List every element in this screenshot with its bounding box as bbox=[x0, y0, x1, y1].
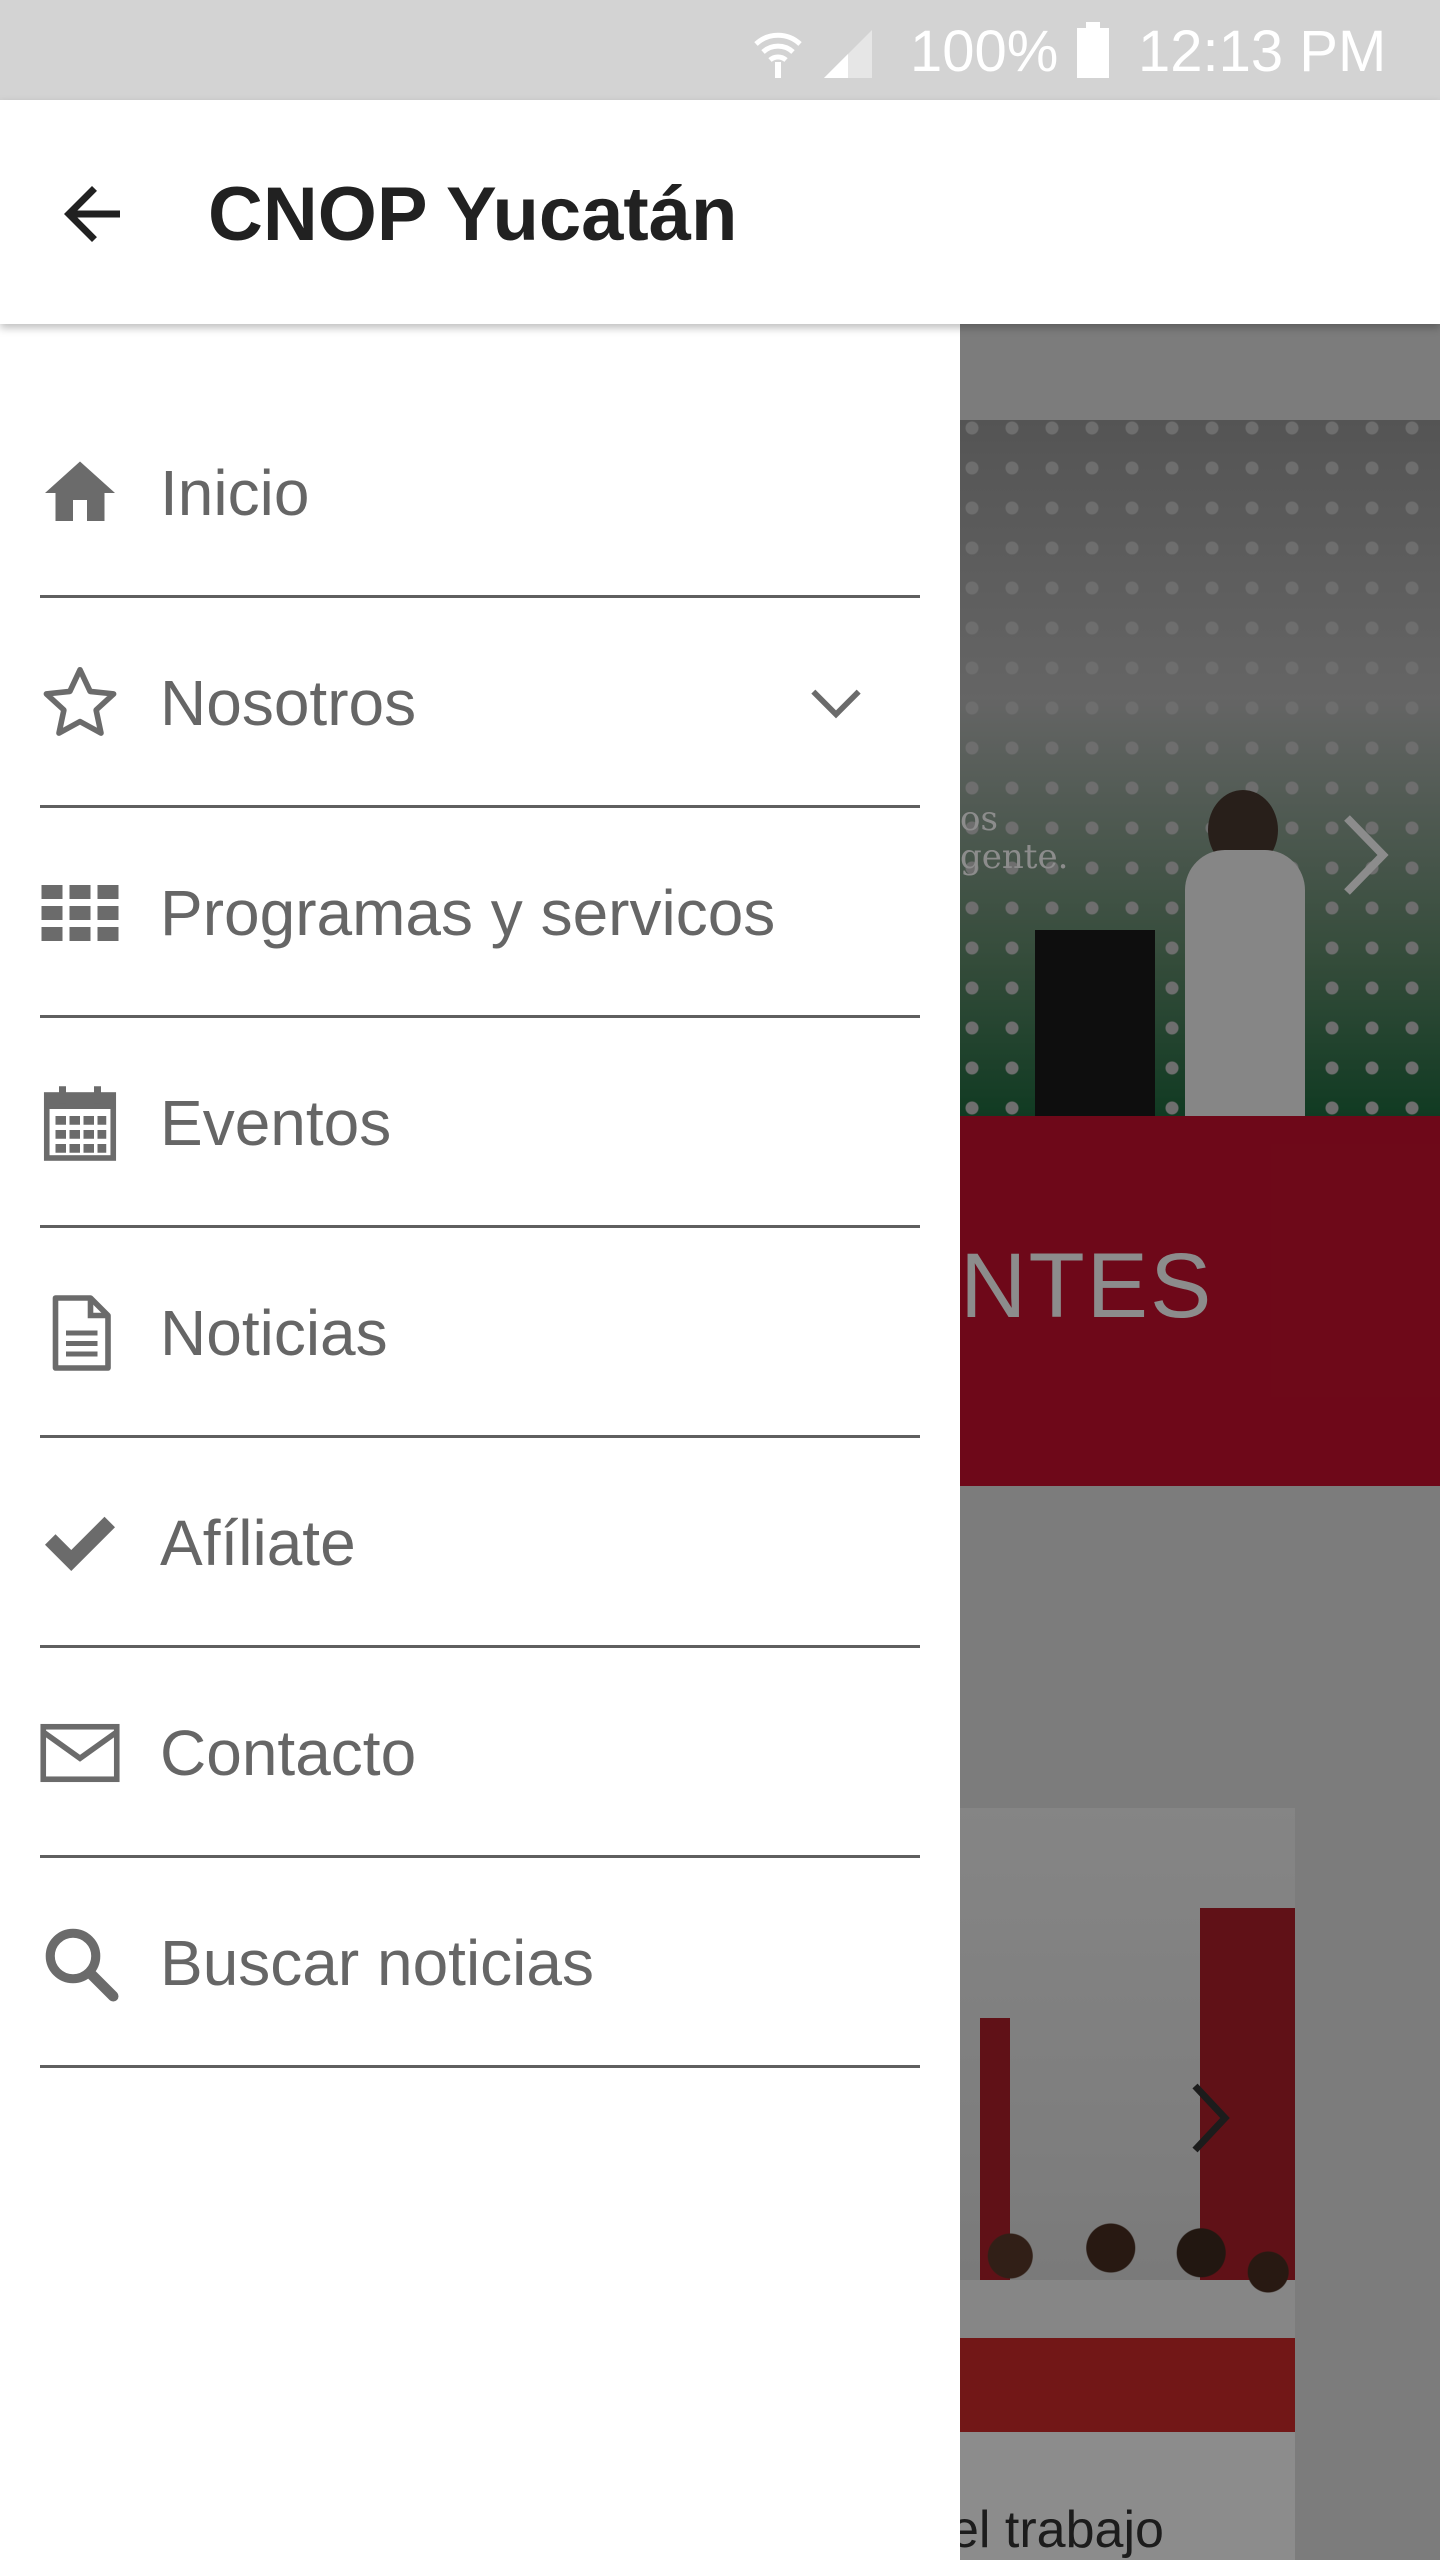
document-icon bbox=[38, 1291, 122, 1375]
nav-item-inicio[interactable]: Inicio bbox=[0, 388, 960, 598]
nav-item-label: Eventos bbox=[160, 1087, 392, 1159]
wifi-icon bbox=[754, 32, 802, 78]
battery-icon bbox=[1077, 22, 1109, 78]
navigation-drawer: Inicio Nosotros Programas y servicos Eve… bbox=[0, 324, 960, 2560]
status-bar: 100% 12:13 PM bbox=[0, 0, 1440, 100]
nav-item-label: Buscar noticias bbox=[160, 1927, 594, 1999]
chevron-down-icon[interactable] bbox=[802, 669, 870, 737]
divider bbox=[40, 2065, 920, 2068]
star-outline-icon bbox=[38, 661, 122, 745]
nav-item-buscar-noticias[interactable]: Buscar noticias bbox=[0, 1858, 960, 2068]
battery-percentage: 100% bbox=[910, 19, 1059, 84]
nav-item-label: Nosotros bbox=[160, 667, 417, 739]
arrow-back-icon[interactable] bbox=[50, 172, 134, 256]
nav-item-afiliate[interactable]: Afíliate bbox=[0, 1438, 960, 1648]
cell-signal-icon bbox=[824, 30, 872, 78]
nav-item-contacto[interactable]: Contacto bbox=[0, 1648, 960, 1858]
nav-list: Inicio Nosotros Programas y servicos Eve… bbox=[0, 388, 960, 2068]
search-icon bbox=[38, 1921, 122, 2005]
home-icon bbox=[38, 451, 122, 535]
nav-item-label: Noticias bbox=[160, 1297, 388, 1369]
nav-item-noticias[interactable]: Noticias bbox=[0, 1228, 960, 1438]
calendar-icon bbox=[38, 1081, 122, 1165]
nav-item-label: Contacto bbox=[160, 1717, 417, 1789]
nav-item-label: Programas y servicos bbox=[160, 877, 776, 949]
nav-item-programas[interactable]: Programas y servicos bbox=[0, 808, 960, 1018]
checkmark-icon bbox=[38, 1501, 122, 1585]
nav-item-label: Inicio bbox=[160, 457, 310, 529]
nav-item-label: Afíliate bbox=[160, 1507, 356, 1579]
app-bar: CNOP Yucatán bbox=[0, 100, 1440, 324]
nav-item-nosotros[interactable]: Nosotros bbox=[0, 598, 960, 808]
status-clock: 12:13 PM bbox=[1138, 19, 1387, 84]
nav-item-eventos[interactable]: Eventos bbox=[0, 1018, 960, 1228]
envelope-icon bbox=[38, 1711, 122, 1795]
grid-icon bbox=[38, 871, 122, 955]
app-title: CNOP Yucatán bbox=[208, 172, 738, 257]
